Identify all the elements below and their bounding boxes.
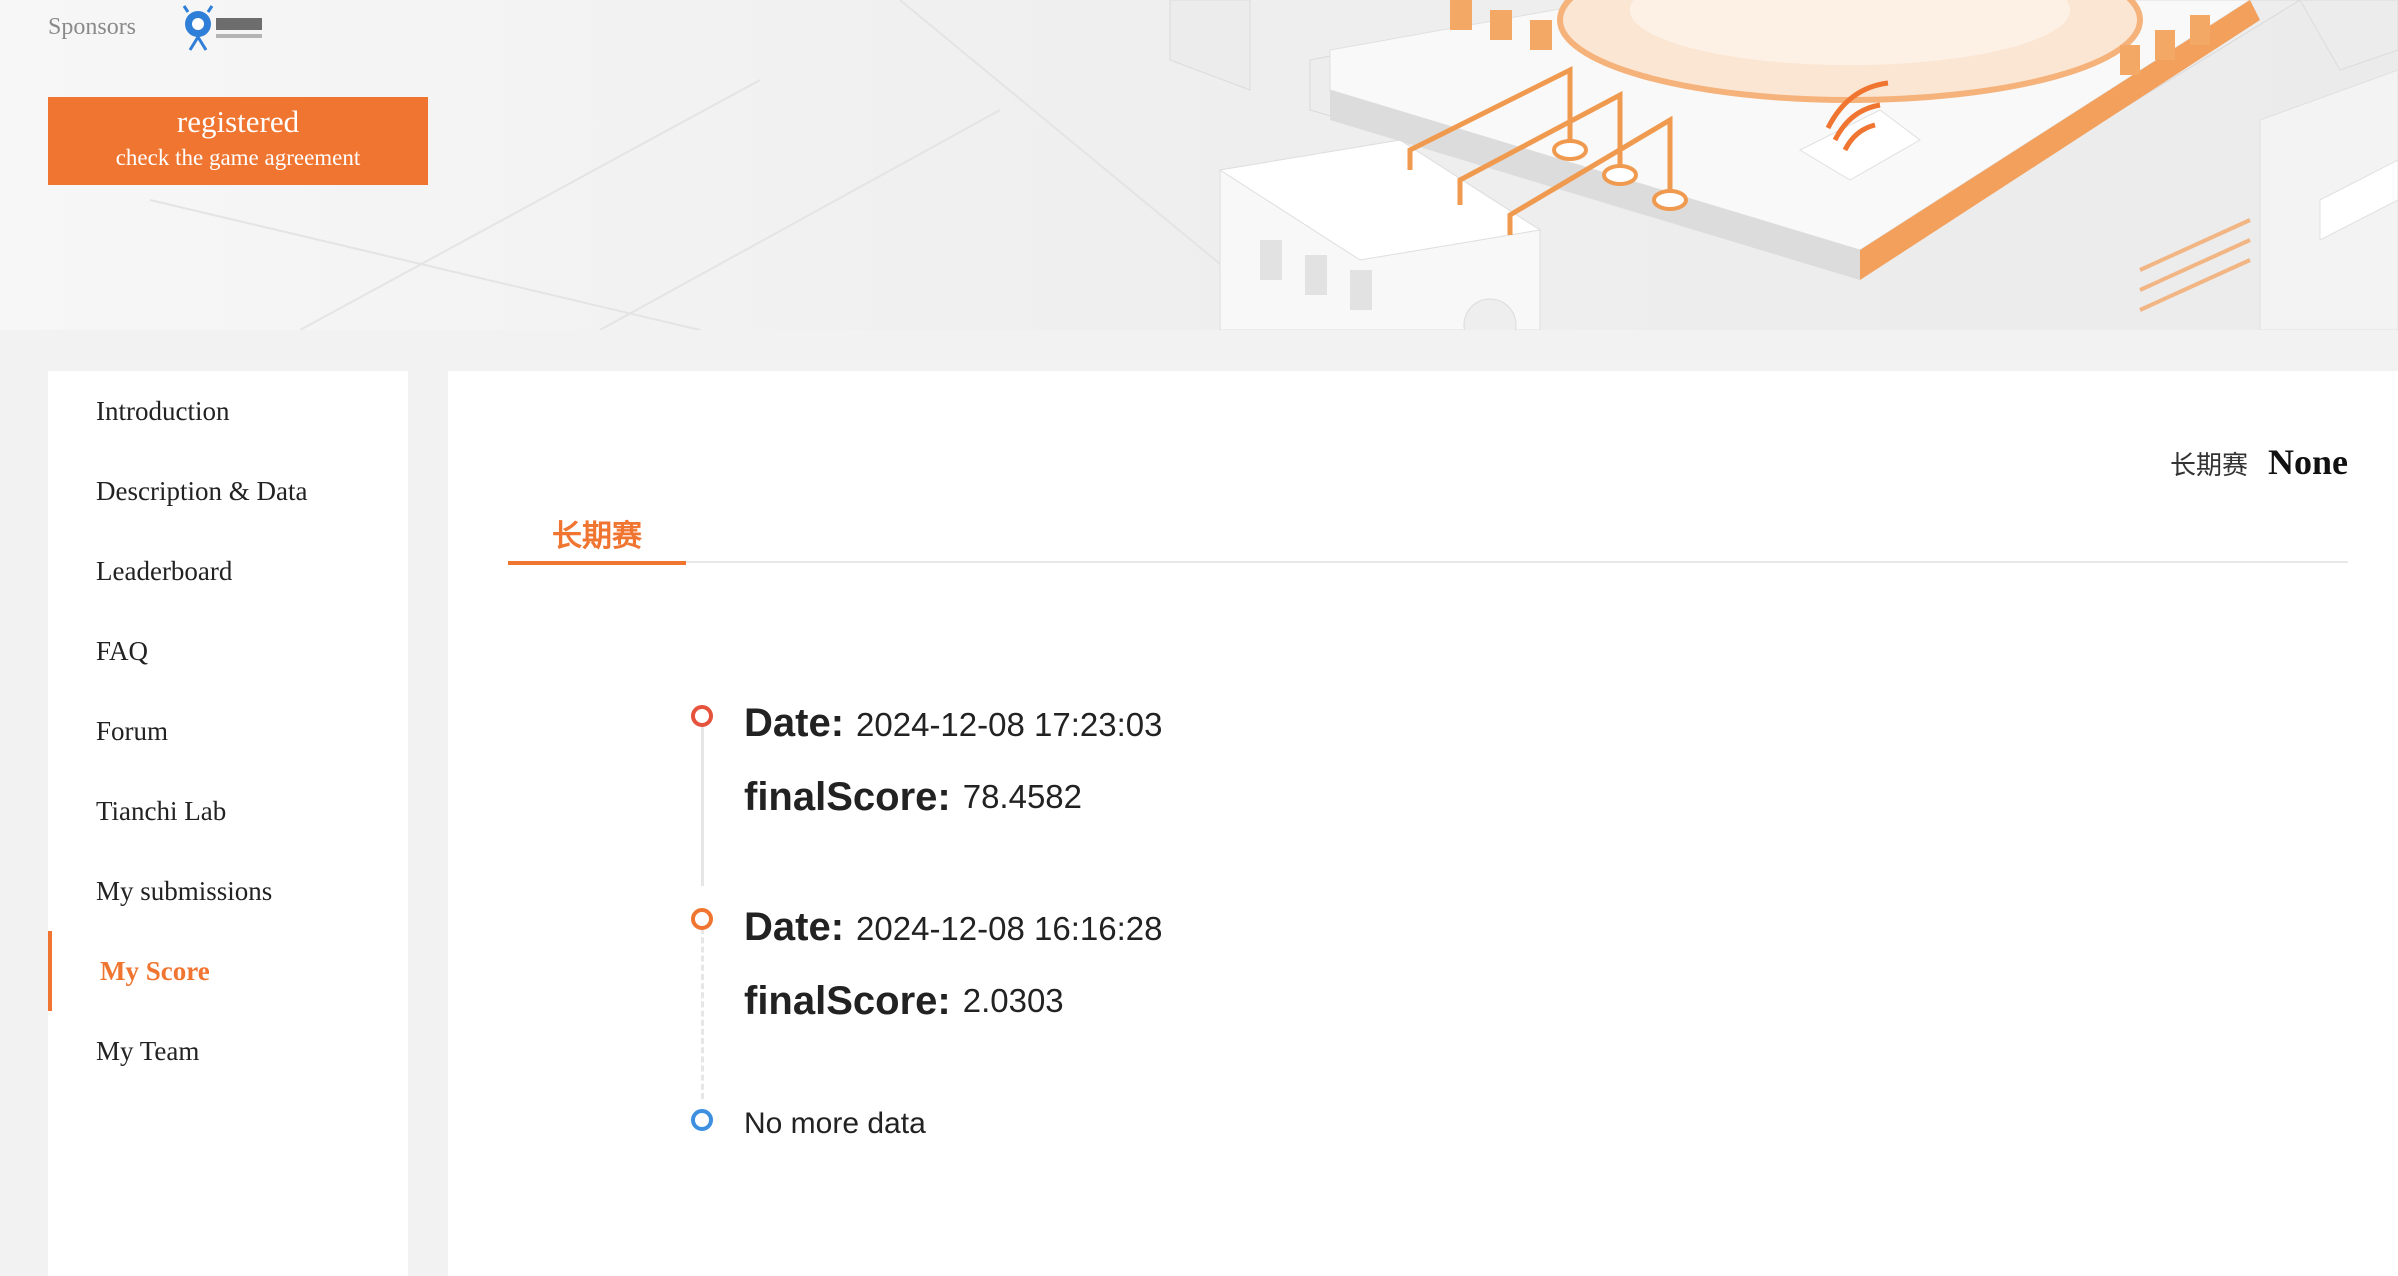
date-label: Date: — [744, 905, 845, 949]
sidebar-item-leaderboard[interactable]: Leaderboard — [48, 531, 408, 611]
banner: Sponsors registered check the game agree… — [0, 0, 2398, 330]
score-value: 2.0303 — [962, 982, 1064, 1019]
score-timeline: Date: 2024-12-08 17:23:03 finalScore: 78… — [448, 371, 2398, 1276]
sidebar-nav: Introduction Description & Data Leaderbo… — [48, 371, 408, 1276]
timeline-end-dot — [691, 1109, 713, 1131]
timeline-connector — [701, 716, 704, 886]
sidebar-item-my-score[interactable]: My Score — [48, 931, 408, 1011]
timeline-connector-dashed — [701, 919, 704, 1099]
sidebar-item-forum[interactable]: Forum — [48, 691, 408, 771]
register-button-title: registered — [176, 104, 300, 139]
sidebar-item-introduction[interactable]: Introduction — [48, 371, 408, 451]
score-label: finalScore: — [744, 774, 951, 819]
sidebar-item-my-submissions[interactable]: My submissions — [48, 851, 408, 931]
score-panel: 长期赛 None 长期赛 Date: 2024-12-08 17:23:03 f… — [448, 371, 2398, 1276]
sidebar-item-description-data[interactable]: Description & Data — [48, 451, 408, 531]
sidebar-item-my-team[interactable]: My Team — [48, 1011, 408, 1091]
date-value: 2024-12-08 17:23:03 — [856, 706, 1163, 743]
register-button-subtitle: check the game agreement — [115, 145, 361, 171]
ant-financial-logo[interactable] — [178, 4, 266, 54]
register-button[interactable]: registered check the game agreement — [48, 97, 428, 185]
no-more-data-text: No more data — [744, 1107, 926, 1140]
date-value: 2024-12-08 16:16:28 — [856, 910, 1163, 947]
score-label: finalScore: — [744, 978, 951, 1023]
timeline-item: Date: 2024-12-08 17:23:03 finalScore: 78… — [744, 701, 1162, 833]
score-value: 78.4582 — [962, 778, 1083, 815]
sidebar-item-faq[interactable]: FAQ — [48, 611, 408, 691]
date-label: Date: — [744, 701, 845, 745]
timeline-dot — [691, 908, 713, 930]
sidebar-item-tianchi-lab[interactable]: Tianchi Lab — [48, 771, 408, 851]
timeline-item: Date: 2024-12-08 16:16:28 finalScore: 2.… — [744, 905, 1162, 1037]
sponsors-label: Sponsors — [48, 14, 137, 40]
timeline-dot — [691, 705, 713, 727]
